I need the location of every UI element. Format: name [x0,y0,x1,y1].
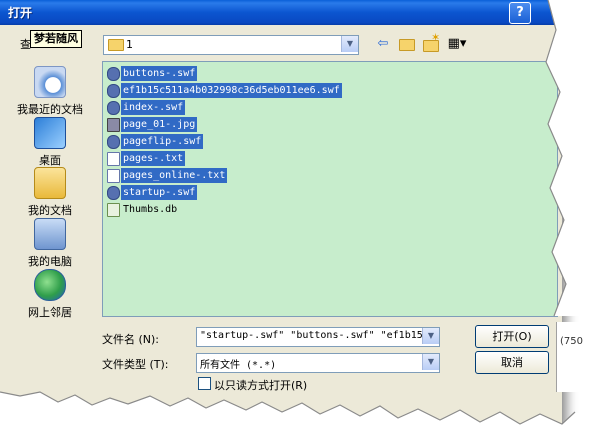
file-name: buttons-.swf [121,66,198,81]
place-network[interactable]: 网上邻居 [6,269,94,320]
filetype-value: 所有文件 (*.*) [200,360,277,371]
desktop-icon [34,117,66,149]
swf-file-icon [107,67,120,81]
swf-file-icon [107,186,120,200]
place-label: 桌面 [39,154,61,167]
file-name: ef1b15c511a4b032998c36d5eb011ee6.swf [121,83,342,98]
place-desktop[interactable]: 桌面 [6,117,94,168]
readonly-checkbox[interactable] [198,377,211,390]
place-label: 我的文档 [28,204,72,217]
swf-file-icon [107,84,120,98]
back-icon[interactable]: ⇦ [373,35,393,53]
chevron-down-icon[interactable]: ▼ [341,36,358,52]
chevron-down-icon[interactable]: ▼ [422,328,439,344]
look-in-combo[interactable]: 1 ▼ [103,35,359,55]
dialog-title: 打开 [8,6,33,20]
filetype-select[interactable]: 所有文件 (*.*) ▼ [196,353,440,373]
recent-documents-icon [34,66,66,98]
file-name: index-.swf [121,100,186,115]
place-label: 网上邻居 [28,306,72,319]
file-name: page_01-.jpg [121,117,198,132]
place-my-computer[interactable]: 我的电脑 [6,218,94,269]
file-name: pages-.txt [121,151,186,166]
filetype-label: 文件类型 (T): [102,358,169,371]
my-documents-icon [34,167,66,199]
background-window-fragment [556,322,589,392]
places-bar: 我最近的文档 桌面 我的文档 我的电脑 网上邻居 [6,60,94,320]
tooltip: 梦若随风 [30,30,82,48]
place-my-documents[interactable]: 我的文档 [6,167,94,218]
background-window-text: (750 [560,336,583,347]
file-name: startup-.swf [121,185,198,200]
chevron-down-icon[interactable]: ▼ [422,354,439,370]
file-list[interactable]: buttons-.swf ef1b15c511a4b032998c36d5eb0… [102,61,558,317]
txt-file-icon [107,169,120,183]
filename-label: 文件名 (N): [102,333,160,346]
db-file-icon [107,203,120,217]
look-in-value: 1 [126,38,133,51]
txt-file-icon [107,152,120,166]
up-folder-icon[interactable] [396,35,416,53]
folder-icon [108,39,124,51]
title-bar: 打开 ? [0,0,562,25]
jpg-file-icon [107,118,120,132]
my-computer-icon [34,218,66,250]
filename-value: "startup-.swf" "buttons-.swf" "ef1b15c [200,330,429,341]
filename-field[interactable]: "startup-.swf" "buttons-.swf" "ef1b15c ▼ [196,327,440,347]
file-name: Thumbs.db [123,204,178,215]
place-label: 我最近的文档 [17,103,83,116]
network-places-icon [34,269,66,301]
place-label: 我的电脑 [28,255,72,268]
new-folder-icon[interactable]: ✶ [420,31,440,53]
cancel-button[interactable]: 取消 [475,351,549,374]
help-button[interactable]: ? [509,2,531,24]
file-name: pages_online-.txt [121,168,228,183]
open-button[interactable]: 打开(O) [475,325,549,348]
readonly-label: 以只读方式打开(R) [214,379,308,392]
open-file-dialog: 打开 ? 查 梦若随风 1 ▼ ⇦ ✶ ▦▾ 我最近的文档 桌面 我的文档 我的… [0,0,563,425]
view-menu-icon[interactable]: ▦▾ [444,35,470,53]
swf-file-icon [107,101,120,115]
file-name: pageflip-.swf [121,134,204,149]
swf-file-icon [107,135,120,149]
place-recent[interactable]: 我最近的文档 [6,66,94,117]
